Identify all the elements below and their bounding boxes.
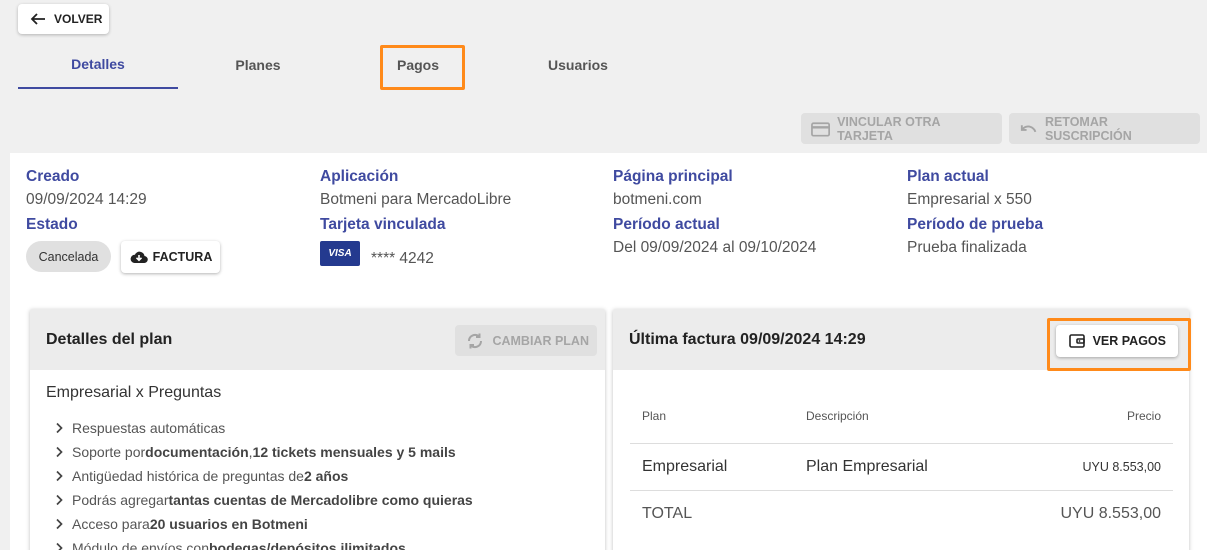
home-value: botmeni.com (613, 191, 702, 208)
app-label: Aplicación (320, 168, 399, 185)
info-col-plan: Plan actual Empresarial x 550 Período de… (907, 167, 1043, 258)
card-label: Tarjeta vinculada (320, 216, 446, 233)
tab-usuarios[interactable]: Usuarios (498, 44, 658, 89)
chevron-right-icon (56, 470, 63, 482)
info-col-created: Creado 09/09/2024 14:29 Estado (26, 167, 147, 235)
link-card-label: VINCULAR OTRA TARJETA (837, 114, 941, 143)
table-header-row: Plan Descripción Precio (630, 390, 1173, 444)
invoice-card-title: Última factura 09/09/2024 14:29 (629, 330, 866, 348)
tab-bar: Detalles Planes Pagos Usuarios (18, 44, 658, 89)
subscription-info-panel: Creado 09/09/2024 14:29 Estado Cancelada… (10, 153, 1207, 550)
invoice-download-button[interactable]: FACTURA (121, 241, 220, 273)
cell-price: UYU 8.553,00 (998, 443, 1173, 491)
cell-description: Plan Empresarial (794, 443, 999, 491)
invoice-table: Plan Descripción Precio Empresarial Plan… (630, 390, 1173, 537)
total-label: TOTAL (642, 504, 693, 522)
chevron-right-icon (56, 446, 63, 458)
plan-features-list: Respuestas automáticas Soporte por docum… (52, 416, 605, 550)
chevron-right-icon (56, 494, 63, 506)
arrow-left-icon (30, 13, 45, 25)
col-header-plan: Plan (630, 390, 794, 444)
chevron-right-icon (56, 518, 63, 530)
visa-icon: VISA (320, 241, 360, 266)
invoice-button-label: FACTURA (152, 250, 213, 264)
feature-item: Módulo de envíos con bodegas/depósitos i… (52, 536, 605, 550)
change-plan-button[interactable]: CAMBIAR PLAN (455, 325, 597, 356)
undo-icon (1020, 124, 1037, 132)
total-value: UYU 8.553,00 (1060, 504, 1161, 522)
feature-item: Acceso para 20 usuarios en Botmeni (52, 512, 605, 536)
total-row: TOTAL UYU 8.553,00 (630, 490, 1173, 537)
cloud-download-icon (130, 251, 148, 264)
home-label: Página principal (613, 168, 733, 185)
created-label: Creado (26, 168, 80, 185)
plan-value: Empresarial x 550 (907, 191, 1032, 208)
info-col-app: Aplicación Botmeni para MercadoLibre Tar… (320, 167, 511, 235)
plan-card-header: Detalles del plan CAMBIAR PLAN (30, 309, 605, 370)
plan-name: Empresarial x Preguntas (46, 384, 222, 401)
resume-subscription-button[interactable]: RETOMAR SUSCRIPCIÓN (1009, 113, 1200, 144)
chevron-right-icon (56, 422, 63, 434)
back-button[interactable]: VOLVER (18, 4, 109, 34)
change-plan-label: CAMBIAR PLAN (492, 333, 589, 348)
info-col-home: Página principal botmeni.com Período act… (613, 167, 816, 258)
link-card-button[interactable]: VINCULAR OTRA TARJETA (801, 113, 1002, 144)
app-value: Botmeni para MercadoLibre (320, 191, 512, 208)
tab-planes[interactable]: Planes (178, 44, 338, 89)
trial-value: Prueba finalizada (907, 239, 1027, 256)
sync-icon (468, 333, 483, 348)
feature-item: Soporte por documentación, 12 tickets me… (52, 440, 605, 464)
table-row: Empresarial Plan Empresarial UYU 8.553,0… (630, 443, 1173, 491)
back-label: VOLVER (54, 12, 103, 26)
resume-label: RETOMAR SUSCRIPCIÓN (1044, 114, 1132, 143)
period-value: Del 09/09/2024 al 09/10/2024 (613, 239, 817, 256)
plan-details-card: Detalles del plan CAMBIAR PLAN Empresari… (30, 309, 605, 550)
chevron-right-icon (56, 542, 63, 550)
plan-label: Plan actual (907, 168, 989, 185)
status-label: Estado (26, 216, 78, 233)
trial-label: Período de prueba (907, 216, 1044, 233)
pagos-tab-highlight (380, 45, 465, 90)
feature-item: Antigüedad histórica de preguntas de 2 a… (52, 464, 605, 488)
view-payments-highlight (1047, 318, 1191, 371)
credit-card-icon (811, 121, 830, 137)
period-label: Período actual (613, 216, 720, 233)
col-header-price: Precio (998, 390, 1173, 444)
status-badge: Cancelada (26, 241, 111, 272)
cell-plan: Empresarial (630, 443, 794, 491)
feature-item: Podrás agregar tantas cuentas de Mercado… (52, 488, 605, 512)
feature-item: Respuestas automáticas (52, 416, 605, 440)
card-number: **** 4242 (371, 250, 434, 267)
plan-card-title: Detalles del plan (46, 330, 173, 348)
created-value: 09/09/2024 14:29 (26, 191, 147, 208)
col-header-description: Descripción (794, 390, 999, 444)
tab-detalles[interactable]: Detalles (18, 44, 178, 89)
